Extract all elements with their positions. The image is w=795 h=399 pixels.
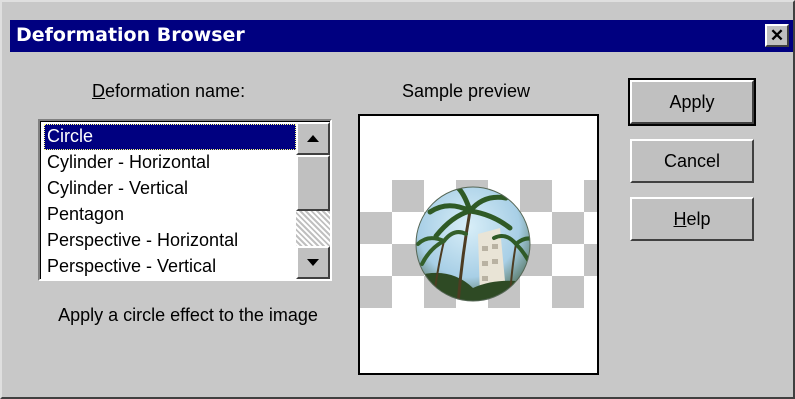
list-item[interactable]: Pentagon	[44, 202, 296, 228]
help-accel: H	[673, 208, 687, 229]
list-item[interactable]: Circle	[44, 124, 296, 150]
list-item[interactable]: Cylinder - Vertical	[44, 176, 296, 202]
title-bar[interactable]: Deformation Browser ✕	[10, 20, 793, 52]
apply-button[interactable]: Apply	[628, 78, 756, 126]
deformation-list: Circle Cylinder - Horizontal Cylinder - Ve…	[44, 124, 296, 280]
list-item[interactable]: Cylinder - Horizontal	[44, 150, 296, 176]
cancel-button[interactable]: Cancel	[630, 139, 754, 183]
close-button[interactable]: ✕	[765, 24, 789, 47]
deformation-browser-dialog: Deformation Browser ✕ Deformation name: …	[0, 0, 795, 399]
list-item[interactable]: Perspective - Horizontal	[44, 228, 296, 254]
sample-preview	[358, 114, 599, 375]
list-item[interactable]: Perspective - Vertical	[44, 254, 296, 280]
deformation-name-label-text: eformation name:	[105, 81, 246, 101]
preview-image	[360, 180, 597, 308]
scroll-up-button[interactable]	[296, 122, 330, 155]
close-icon: ✕	[769, 25, 785, 45]
scroll-thumb[interactable]	[296, 155, 330, 211]
deformation-description: Apply a circle effect to the image	[58, 305, 318, 325]
arrow-down-icon	[307, 259, 319, 266]
arrow-up-icon	[307, 135, 319, 142]
help-button[interactable]: Help	[630, 197, 754, 241]
scroll-down-button[interactable]	[296, 246, 330, 279]
list-scrollbar[interactable]	[296, 122, 330, 279]
sample-preview-label: Sample preview	[402, 81, 531, 101]
deformation-listbox[interactable]: Circle Cylinder - Horizontal Cylinder - Ve…	[38, 119, 332, 281]
window-title: Deformation Browser	[16, 24, 245, 46]
deformation-name-accel: D	[92, 81, 105, 101]
deformation-name-label: Deformation name:	[92, 81, 245, 102]
help-label-text: elp	[686, 208, 711, 229]
